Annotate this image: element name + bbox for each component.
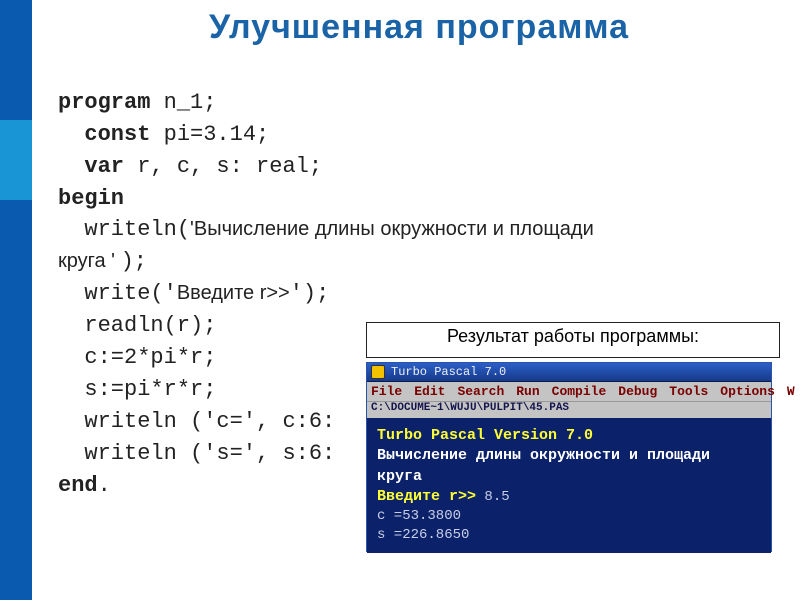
menu-file[interactable]: File [371,384,402,399]
string-literal: Введите r>> [177,282,290,304]
code-text: . [98,473,111,498]
decorative-left-stripe [0,0,32,600]
code-text: pi=3.14; [150,122,269,147]
string-literal: круга ' [58,250,121,272]
stripe-segment [0,200,32,600]
stripe-segment [0,120,32,200]
tp-output-line: Вычисление длины окружности и площади кр… [377,447,710,484]
kw-end: end [58,473,98,498]
tp-output-line: Turbo Pascal Version 7.0 [377,427,593,444]
menu-debug[interactable]: Debug [618,384,657,399]
code-text: writeln ('s=', s:6: [84,441,335,466]
menu-options[interactable]: Options [720,384,775,399]
menu-edit[interactable]: Edit [414,384,445,399]
tp-menu-bar: File Edit Search Run Compile Debug Tools… [367,382,771,401]
turbo-pascal-window: Turbo Pascal 7.0 File Edit Search Run Co… [366,362,772,552]
kw-program: program [58,90,150,115]
result-label: Результат работы программы: [366,322,780,358]
tp-output-input: 8.5 [476,489,510,505]
tp-titlebar: Turbo Pascal 7.0 [367,363,771,382]
app-icon [371,365,385,379]
menu-window[interactable]: W [787,384,795,399]
kw-begin: begin [58,186,124,211]
stripe-segment [0,0,32,120]
code-text: '); [290,281,330,306]
code-text: writeln ('c=', c:6: [84,409,335,434]
code-text: write(' [84,281,176,306]
page-title: Улучшенная программа [58,8,780,47]
menu-tools[interactable]: Tools [669,384,708,399]
tp-file-path: C:\DOCUME~1\WUJU\PULPIT\45.PAS [367,401,771,418]
code-text: s:=pi*r*r; [84,377,216,402]
menu-compile[interactable]: Compile [552,384,607,399]
kw-const: const [84,122,150,147]
code-text: writeln( [84,217,190,242]
code-text: n_1; [150,90,216,115]
kw-var: var [84,154,124,179]
tp-output-prompt: Введите r>> [377,488,476,505]
tp-title-text: Turbo Pascal 7.0 [391,365,506,379]
tp-output-line: c =53.3800 [377,508,461,524]
menu-run[interactable]: Run [516,384,539,399]
code-text: ); [121,249,147,274]
tp-output-body: Turbo Pascal Version 7.0 Вычисление длин… [367,418,771,553]
string-literal: 'Вычисление длины окружности и площади [190,218,594,240]
code-text: readln(r); [84,313,216,338]
code-text: r, c, s: real; [124,154,322,179]
menu-search[interactable]: Search [457,384,504,399]
tp-output-line: s =226.8650 [377,527,469,543]
code-text: c:=2*pi*r; [84,345,216,370]
